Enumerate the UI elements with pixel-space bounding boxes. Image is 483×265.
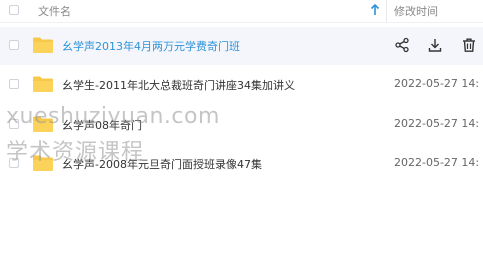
row-checkbox[interactable]	[9, 119, 19, 129]
row-checkbox[interactable]	[9, 158, 19, 168]
file-row[interactable]: 幺学生-2011年北大总裁班奇门讲座34集加讲义 2022-05-27 14:	[0, 66, 483, 104]
download-icon[interactable]	[427, 37, 443, 53]
file-list-header: 文件名 修改时间	[0, 0, 483, 23]
file-row[interactable]: 幺学声08年奇门 2022-05-27 14:	[0, 106, 483, 144]
folder-icon	[33, 37, 53, 53]
file-row[interactable]: 幺学声-2008年元旦奇门面授班录像47集 2022-05-27 14:	[0, 145, 483, 183]
row-checkbox[interactable]	[9, 79, 19, 89]
row-checkbox[interactable]	[9, 40, 19, 50]
share-icon[interactable]	[394, 37, 410, 53]
column-divider[interactable]	[386, 0, 387, 22]
column-header-time[interactable]: 修改时间	[394, 3, 438, 19]
folder-icon	[33, 76, 53, 92]
folder-icon	[33, 116, 53, 132]
file-list: 文件名 修改时间 幺学声2013年4月两万元学费奇门班 幺学生-2011年北大总…	[0, 0, 483, 265]
file-name-link[interactable]: 幺学生-2011年北大总裁班奇门讲座34集加讲义	[62, 77, 295, 93]
delete-icon[interactable]	[461, 37, 477, 53]
modified-time: 2022-05-27 14:	[394, 117, 480, 130]
file-name-link[interactable]: 幺学声2013年4月两万元学费奇门班	[62, 38, 240, 54]
folder-icon	[33, 155, 53, 171]
column-header-name[interactable]: 文件名	[38, 3, 71, 19]
select-all-checkbox[interactable]	[9, 5, 19, 15]
arrow-up-icon[interactable]	[369, 3, 381, 17]
modified-time: 2022-05-27 14:	[394, 77, 480, 90]
modified-time: 2022-05-27 14:	[394, 156, 480, 169]
file-name-link[interactable]: 幺学声08年奇门	[62, 117, 142, 133]
file-name-link[interactable]: 幺学声-2008年元旦奇门面授班录像47集	[62, 156, 262, 172]
file-row[interactable]: 幺学声2013年4月两万元学费奇门班	[0, 27, 483, 65]
